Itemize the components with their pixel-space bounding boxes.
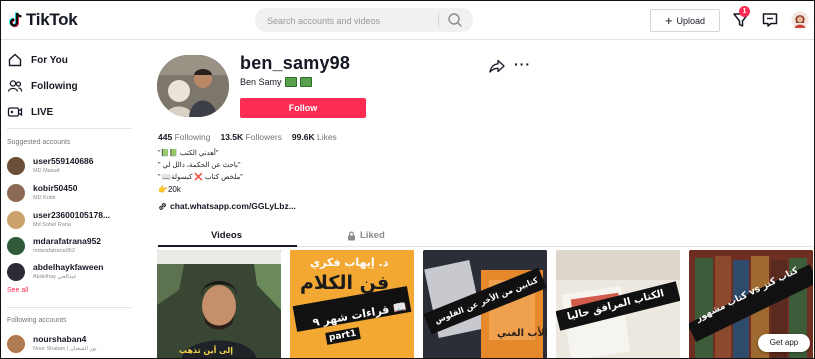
link-icon [159,202,166,210]
tab-liked-label: Liked [360,230,385,241]
book-title: فن الكلام [300,272,390,294]
suggested-account[interactable]: user23600105178... Md Sohel Rana [7,209,131,233]
search-bar [255,8,473,32]
suggested-account[interactable]: mdarafatrana952 mdarafatrana952 [7,235,131,259]
account-nickname: Abdelhay عبدالحي [33,274,77,280]
account-username: nourshaban4 [33,334,87,344]
account-nickname: MD Kobir [33,195,56,201]
account-username: user559140686 [33,156,94,166]
profile-stats: 445 Following 13.5K Followers 99.6K Like… [158,132,337,142]
messages-icon[interactable] [761,11,779,29]
green-book-icon [299,77,312,87]
book-cover-text: الأب الغني [497,328,547,339]
bio-line: "📗📗 أهدني الكتب" [158,150,219,157]
account-username: mdarafatrana952 [33,236,102,246]
avatar [7,335,25,353]
profile-photo [157,55,229,117]
likes-label: Likes [316,132,337,142]
search-divider [438,13,439,27]
more-options-icon[interactable]: ··· [514,56,531,72]
lock-icon [348,231,355,240]
notification-badge: 1 [739,6,750,17]
video-thumbnail[interactable]: كتابين من الأخر عن الفلوس الأب الغني [423,250,547,358]
get-app-button[interactable]: Get app [758,334,810,352]
green-book-icon [284,77,297,87]
tiktok-note-icon [9,12,22,28]
sidebar-divider [7,128,131,129]
search-input[interactable] [265,12,439,30]
suggested-account[interactable]: abdelhaykfaween Abdelhay عبدالحي [7,261,131,285]
plus-icon: + [664,12,673,28]
upload-label: Upload [676,15,706,26]
profile-display-name: Ben Samy [240,77,312,87]
bio-line: 👉20k [158,185,181,194]
account-nickname: Nour Shaban | نور الشعبان [33,346,97,352]
video-thumbnail[interactable]: الكتاب المرافق حاليا [556,250,680,358]
bio-line: " باحث عن الحكمة، دالل لي" [158,162,241,169]
suggested-accounts-heading: Suggested accounts [7,139,71,146]
following-label: Following [174,132,211,142]
profile-avatar[interactable] [157,55,229,117]
video-thumbnail[interactable]: د. إيهاب فكري فن الكلام قراءات شهر ٩ 📖 p… [290,250,414,358]
top-header: TikTok + Upload 1 [1,1,814,40]
followers-label: Followers [245,132,282,142]
likes-stat: 99.6K Likes [292,132,337,142]
profile-username: ben_samy98 [240,53,351,73]
logo-text: TikTok [26,10,78,29]
video-thumbnail-image [157,250,281,358]
tiktok-profile-page: TikTok + Upload 1 [0,0,815,359]
following-account[interactable]: nourshaban4 Nour Shaban | نور الشعبان [7,333,131,357]
suggested-account[interactable]: user559140686 MD Masud [7,155,131,179]
account-username: kobir50450 [33,183,78,193]
account-nickname: MD Masud [33,168,60,174]
following-stat[interactable]: 445 Following [158,132,210,142]
user-avatar-icon[interactable] [791,11,809,29]
profile-link[interactable]: chat.whatsapp.com/GGLyLbz... [158,201,296,211]
bio-line: " 📖ملخص كتاب ❌ كبسولة" [158,174,243,181]
tab-liked[interactable]: Liked [347,230,385,241]
home-icon [8,53,22,67]
avatar [7,237,25,255]
following-accounts-heading: Following accounts [7,317,67,324]
book-author: د. إيهاب فكري [310,256,389,269]
upload-button[interactable]: + Upload [650,9,720,32]
tiktok-logo[interactable]: TikTok [9,10,78,30]
share-icon[interactable] [489,59,505,73]
video-caption: إلى أين تذهب [179,346,233,355]
account-nickname: Md Sohel Rana [33,222,71,228]
followers-count: 13.5K [220,132,244,142]
avatar [7,157,25,175]
followers-stat[interactable]: 13.5K Followers [220,132,281,142]
display-name-text: Ben Samy [240,77,282,87]
account-username: user23600105178... [33,210,111,220]
link-text: chat.whatsapp.com/GGLyLbz... [170,201,296,211]
follow-button[interactable]: Follow [240,98,366,118]
nav-live[interactable]: LIVE [7,104,53,120]
sidebar-divider [7,307,131,308]
avatar [7,184,25,202]
likes-count: 99.6K [291,132,315,142]
account-nickname: mdarafatrana952 [33,248,75,254]
active-tab-indicator [158,245,297,247]
nav-following[interactable]: Following [7,78,78,94]
nav-label: For You [31,54,68,66]
avatar [7,211,25,229]
suggested-account[interactable]: kobir50450 MD Kobir [7,182,131,206]
nav-label: LIVE [31,106,54,118]
tab-videos[interactable]: Videos [211,230,242,241]
see-all-link[interactable]: See all [7,287,28,294]
avatar [7,263,25,281]
live-icon [7,107,23,117]
following-count: 445 [158,132,173,142]
following-icon [7,80,23,92]
nav-for-you[interactable]: For You [7,52,68,68]
video-thumbnail[interactable]: إلى أين تذهب [157,250,281,358]
sidebar: For You Following LIVE Suggested account… [1,40,131,358]
search-icon[interactable] [445,11,465,29]
nav-label: Following [31,80,78,92]
account-username: abdelhaykfaween [33,262,104,272]
